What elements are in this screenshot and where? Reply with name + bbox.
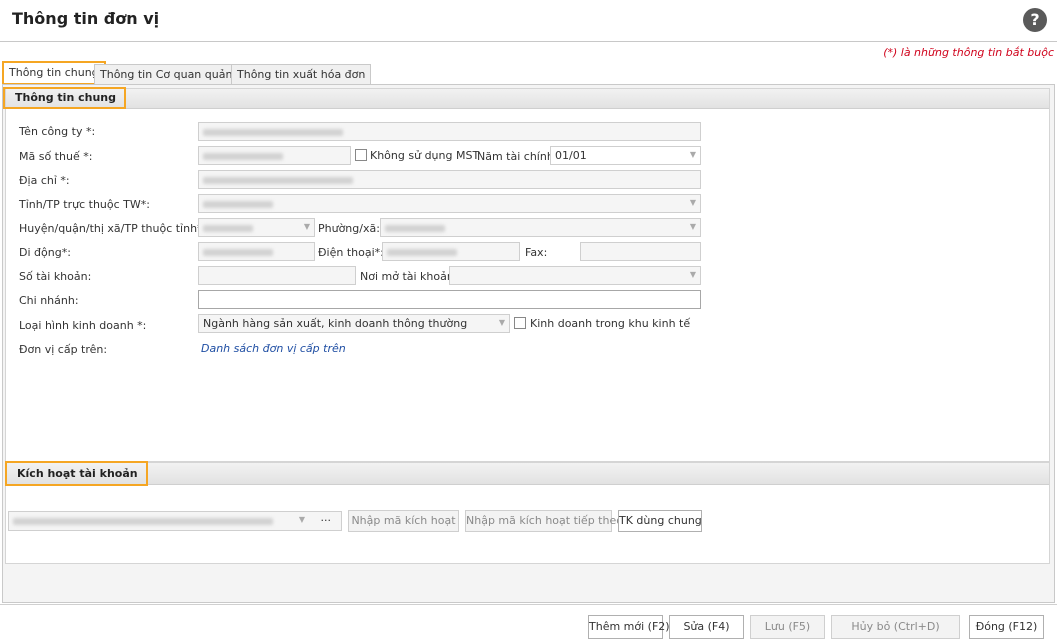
parent-unit-label: Đơn vị cấp trên: bbox=[19, 343, 108, 356]
business-type-value: Ngành hàng sản xuất, kinh doanh thông th… bbox=[203, 317, 468, 330]
tab-general[interactable]: Thông tin chung bbox=[2, 61, 106, 85]
address-input[interactable] bbox=[198, 170, 701, 189]
general-section-header bbox=[6, 89, 1049, 109]
tab-management-agency[interactable]: Thông tin Cơ quan quản lý bbox=[94, 64, 252, 84]
footer-divider bbox=[0, 604, 1057, 605]
chevron-down-icon: ▼ bbox=[689, 270, 696, 279]
save-button[interactable]: Lưu (F5) bbox=[750, 615, 825, 639]
mobile-label: Di động*: bbox=[19, 246, 71, 259]
province-label: Tỉnh/TP trực thuộc TW*: bbox=[19, 198, 150, 211]
activation-section-title: Kích hoạt tài khoản bbox=[5, 461, 148, 486]
ward-label: Phường/xã: bbox=[318, 222, 380, 235]
chevron-down-icon: ▼ bbox=[298, 515, 305, 524]
chevron-down-icon: ▼ bbox=[689, 150, 696, 159]
bank-place-select[interactable]: ▼ bbox=[449, 266, 701, 285]
chevron-down-icon: ▼ bbox=[498, 318, 505, 327]
window-title: Thông tin đơn vị bbox=[12, 9, 160, 28]
fiscal-year-select[interactable]: 01/01 ▼ bbox=[550, 146, 701, 165]
enter-next-activation-code-button[interactable]: Nhập mã kích hoạt tiếp theo bbox=[465, 510, 623, 532]
chevron-down-icon: ▼ bbox=[689, 222, 696, 231]
phone-label: Điện thoại*: bbox=[318, 246, 384, 259]
help-icon[interactable]: ? bbox=[1023, 8, 1047, 32]
economic-zone-label: Kinh doanh trong khu kinh tế bbox=[530, 317, 691, 330]
header-divider bbox=[0, 41, 1057, 42]
chevron-down-icon: ▼ bbox=[303, 222, 310, 231]
branch-label: Chi nhánh: bbox=[19, 294, 79, 307]
fiscal-year-value: 01/01 bbox=[555, 149, 587, 162]
shared-account-button[interactable]: TK dùng chung bbox=[618, 510, 702, 532]
district-select[interactable]: ▼ bbox=[198, 218, 315, 237]
address-label: Địa chỉ *: bbox=[19, 174, 70, 187]
branch-input[interactable] bbox=[198, 290, 701, 309]
phone-input[interactable] bbox=[382, 242, 520, 261]
economic-zone-checkbox[interactable] bbox=[514, 317, 526, 329]
tab-invoice-info[interactable]: Thông tin xuất hóa đơn bbox=[231, 64, 372, 84]
close-button[interactable]: Đóng (F12) bbox=[969, 615, 1044, 639]
business-type-label: Loại hình kinh doanh *: bbox=[19, 319, 147, 332]
general-section-title: Thông tin chung bbox=[3, 87, 127, 109]
ellipsis-button[interactable]: ··· bbox=[321, 514, 332, 527]
activation-section-header bbox=[6, 463, 1049, 485]
add-button[interactable]: Thêm mới (F2) bbox=[588, 615, 670, 639]
bank-place-label: Nơi mở tài khoản: bbox=[360, 270, 458, 283]
fax-label: Fax: bbox=[525, 246, 548, 259]
fiscal-year-label: Năm tài chính: bbox=[477, 150, 558, 163]
edit-button[interactable]: Sửa (F4) bbox=[669, 615, 744, 639]
required-note: (*) là những thông tin bắt buộc bbox=[883, 46, 1054, 59]
cancel-button[interactable]: Hủy bỏ (Ctrl+D) bbox=[831, 615, 960, 639]
mobile-input[interactable] bbox=[198, 242, 315, 261]
no-tax-code-label: Không sử dụng MST bbox=[370, 149, 480, 162]
chevron-down-icon: ▼ bbox=[689, 198, 696, 207]
bank-account-input[interactable] bbox=[198, 266, 356, 285]
company-name-label: Tên công ty *: bbox=[19, 125, 96, 138]
activation-account-select[interactable]: ▼ ··· bbox=[8, 511, 342, 531]
company-name-input[interactable] bbox=[198, 122, 701, 141]
fax-input[interactable] bbox=[580, 242, 701, 261]
bank-account-label: Số tài khoản: bbox=[19, 270, 92, 283]
province-select[interactable]: ▼ bbox=[198, 194, 701, 213]
ward-select[interactable]: ▼ bbox=[380, 218, 701, 237]
parent-unit-link[interactable]: Danh sách đơn vị cấp trên bbox=[201, 342, 346, 355]
tax-code-input[interactable] bbox=[198, 146, 351, 165]
district-label: Huyện/quận/thị xã/TP thuộc tỉnh*: bbox=[19, 222, 207, 235]
enter-activation-code-button[interactable]: Nhập mã kích hoạt bbox=[348, 510, 459, 532]
tax-code-label: Mã số thuế *: bbox=[19, 150, 93, 163]
business-type-select[interactable]: Ngành hàng sản xuất, kinh doanh thông th… bbox=[198, 314, 510, 333]
no-tax-code-checkbox[interactable] bbox=[355, 149, 367, 161]
